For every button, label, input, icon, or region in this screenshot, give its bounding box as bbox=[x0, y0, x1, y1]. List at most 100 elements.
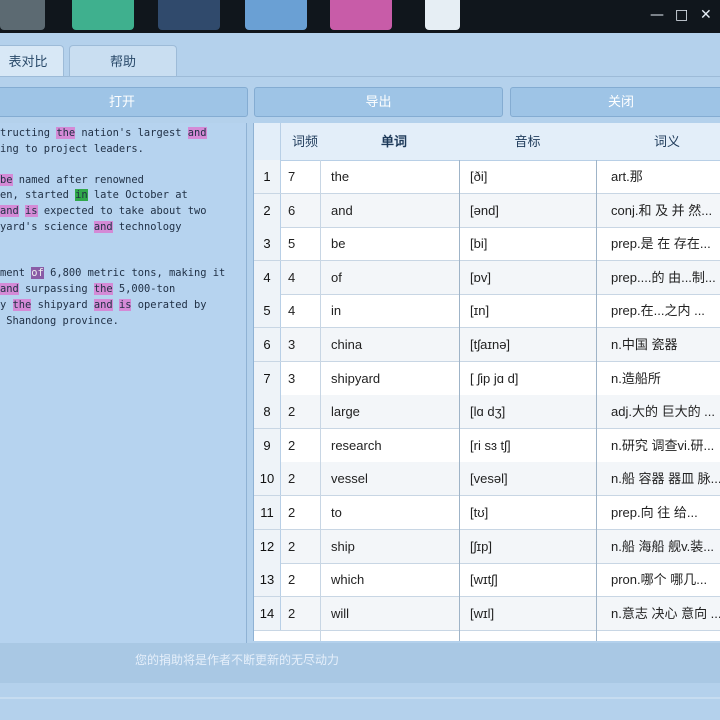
word-frequency-table[interactable]: 词频 单词 音标 词义 1 7 the [ði] art.那 2 6 and [ənd] conj… bbox=[253, 123, 720, 641]
close-button[interactable]: 关闭 bbox=[510, 87, 720, 117]
thumbnail-4[interactable] bbox=[245, 0, 307, 30]
table-row[interactable]: 12 2 ship [ʃɪp] n.船 海船 舰v.装... bbox=[254, 529, 720, 564]
tab-divider bbox=[0, 76, 720, 77]
word-cell: china bbox=[331, 337, 363, 352]
row-index-cell: 2 bbox=[254, 193, 281, 227]
meaning-cell: n.船 容器 器皿 脉... bbox=[611, 471, 720, 487]
table-row[interactable]: 6 3 china [tʃaɪnə] n.中国 瓷器 bbox=[254, 328, 720, 362]
tab-compare[interactable]: 表对比 bbox=[0, 45, 64, 77]
freq-cell: 2 bbox=[288, 505, 296, 520]
thumbnail-3[interactable] bbox=[158, 0, 220, 30]
meaning-cell: conj.和 及 并 然... bbox=[611, 202, 713, 218]
word-cell: vessel bbox=[331, 471, 368, 487]
table-row[interactable]: 9 2 research [ri sɜ tʃ] n.研究 调查vi.研... bbox=[254, 428, 720, 463]
phonetic-cell: [tʃaɪnə] bbox=[470, 337, 511, 352]
phonetic-cell: [ ʃip jɑ d] bbox=[470, 370, 519, 386]
word-cell: large bbox=[331, 404, 360, 420]
text-line: y the shipyard and is operated by bbox=[0, 299, 207, 311]
table-row[interactable]: 2 6 and [ənd] conj.和 及 并 然... bbox=[254, 193, 720, 228]
bottom-divider bbox=[0, 697, 720, 699]
meaning-cell: n.研究 调查vi.研... bbox=[611, 437, 715, 453]
restore-icon[interactable]: □ bbox=[675, 6, 688, 24]
tab-help-label: 帮助 bbox=[109, 54, 136, 69]
tab-help[interactable]: 帮助 bbox=[69, 45, 177, 77]
text-line: ment of 6,800 metric tons, making it bbox=[0, 267, 226, 279]
freq-cell: 2 bbox=[288, 572, 296, 588]
col-header-meaning[interactable]: 词义 bbox=[597, 123, 720, 160]
text-line: ing to project leaders. bbox=[0, 143, 144, 155]
freq-cell: 2 bbox=[288, 437, 296, 453]
open-button[interactable]: 打开 bbox=[0, 87, 248, 117]
table-row[interactable]: 4 4 of [ɒv] prep....的 由...制... bbox=[254, 260, 720, 295]
col-header-phonetic[interactable]: 音标 bbox=[459, 123, 596, 160]
col-header-freq[interactable]: 词频 bbox=[281, 123, 329, 160]
thumbnail-1[interactable] bbox=[0, 0, 45, 30]
export-button[interactable]: 导出 bbox=[254, 87, 503, 117]
phonetic-cell: [ənd] bbox=[470, 202, 499, 218]
phonetic-cell: [wɪl] bbox=[470, 605, 495, 621]
freq-cell: 6 bbox=[288, 202, 296, 218]
word-cell: which bbox=[331, 572, 365, 588]
minimize-icon[interactable]: — bbox=[650, 6, 664, 24]
app-window: 表对比 帮助 打开 导出 关闭 tructing the nation's la… bbox=[0, 33, 720, 720]
column-divider bbox=[320, 160, 321, 641]
row-index-cell: 13 bbox=[254, 563, 281, 597]
table-row[interactable]: 10 2 vessel [vesəl] n.船 容器 器皿 脉... bbox=[254, 462, 720, 497]
freq-cell: 3 bbox=[288, 370, 296, 386]
meaning-cell: n.中国 瓷器 bbox=[611, 337, 678, 352]
word-cell: ship bbox=[331, 538, 355, 554]
table-row[interactable]: 1 7 the [ði] art.那 bbox=[254, 160, 720, 194]
close-button-label: 关闭 bbox=[607, 94, 634, 109]
table-row[interactable]: 14 2 will [wɪl] n.意志 决心 意向 ... bbox=[254, 596, 720, 631]
word-cell: shipyard bbox=[331, 370, 381, 386]
meaning-cell: n.造船所 bbox=[611, 370, 661, 386]
table-row[interactable]: 3 5 be [bi] prep.是 在 存在... bbox=[254, 227, 720, 262]
row-index-cell: 5 bbox=[254, 294, 281, 328]
meaning-cell: art.那 bbox=[611, 169, 643, 184]
row-index-cell: 14 bbox=[254, 596, 281, 630]
column-divider bbox=[459, 160, 460, 641]
table-row[interactable]: 8 2 large [lɑ dʒ] adj.大的 巨大的 ... bbox=[254, 395, 720, 430]
table-row[interactable]: 11 2 to [tʊ] prep.向 往 给... bbox=[254, 496, 720, 530]
row-index-cell: 6 bbox=[254, 328, 281, 361]
meaning-cell: prep.是 在 存在... bbox=[611, 236, 711, 252]
phonetic-cell: [ɒv] bbox=[470, 269, 491, 285]
phonetic-cell: [ri sɜ tʃ] bbox=[470, 437, 511, 453]
row-index-cell: 1 bbox=[254, 160, 281, 193]
phonetic-cell: [tʊ] bbox=[470, 505, 489, 520]
source-text-panel[interactable]: tructing the nation's largest and ing to… bbox=[0, 123, 247, 643]
thumbnail-2[interactable] bbox=[72, 0, 134, 30]
word-cell: the bbox=[331, 169, 350, 184]
phonetic-cell: [ði] bbox=[470, 169, 488, 184]
text-line: tructing the nation's largest and bbox=[0, 127, 207, 139]
taskbar-strip: — □ ✕ bbox=[0, 0, 720, 33]
phonetic-cell: [lɑ dʒ] bbox=[470, 404, 506, 420]
meaning-cell: adj.大的 巨大的 ... bbox=[611, 404, 716, 420]
thumbnail-6[interactable] bbox=[425, 0, 460, 30]
table-header: 词频 单词 音标 词义 bbox=[254, 123, 720, 161]
col-header-word[interactable]: 单词 bbox=[330, 123, 458, 160]
word-cell: will bbox=[331, 605, 350, 621]
tab-compare-label: 表对比 bbox=[8, 54, 48, 69]
text-line: yard's science and technology bbox=[0, 221, 182, 233]
row-index-cell: 9 bbox=[254, 428, 281, 462]
row-index-cell: 11 bbox=[254, 496, 281, 529]
meaning-cell: prep....的 由...制... bbox=[611, 269, 716, 285]
row-index-cell: 10 bbox=[254, 462, 281, 496]
close-window-icon[interactable]: ✕ bbox=[700, 6, 712, 24]
word-cell: to bbox=[331, 505, 342, 520]
phonetic-cell: [ʃɪp] bbox=[470, 538, 492, 554]
table-row[interactable]: 7 3 shipyard [ ʃip jɑ d] n.造船所 bbox=[254, 361, 720, 396]
freq-cell: 2 bbox=[288, 605, 296, 621]
table-row[interactable]: 13 2 which [wɪtʃ] pron.哪个 哪几... bbox=[254, 563, 720, 598]
phonetic-cell: [vesəl] bbox=[470, 471, 508, 487]
open-button-label: 打开 bbox=[108, 94, 135, 109]
text-line: and is expected to take about two bbox=[0, 205, 207, 217]
table-row[interactable]: 5 4 in [ɪn] prep.在...之内 ... bbox=[254, 294, 720, 329]
freq-cell: 7 bbox=[288, 169, 296, 184]
donation-message[interactable]: 您的捐助将是作者不断更新的无尽动力 bbox=[135, 651, 339, 668]
thumbnail-5[interactable] bbox=[330, 0, 392, 30]
meaning-cell: n.意志 决心 意向 ... bbox=[611, 605, 720, 621]
text-line: and surpassing the 5,000-ton bbox=[0, 283, 176, 295]
word-cell: of bbox=[331, 269, 342, 285]
